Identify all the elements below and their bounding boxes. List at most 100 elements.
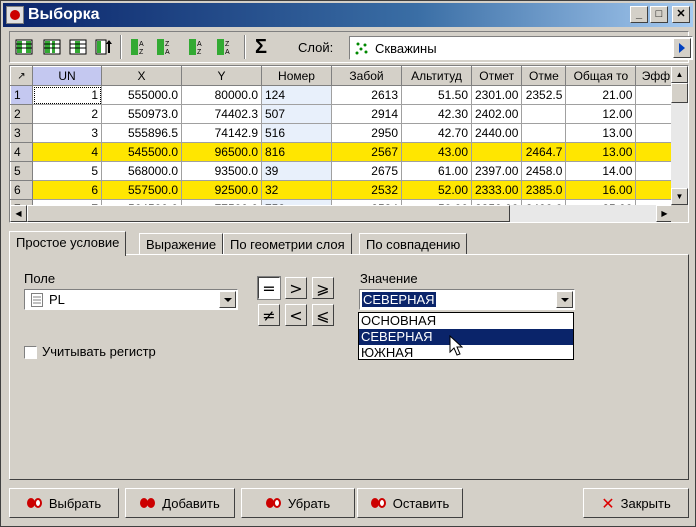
row-number[interactable]: 3 [10, 123, 33, 143]
column-header[interactable]: Забой [331, 66, 402, 86]
minimize-button[interactable]: _ [630, 6, 648, 23]
table-cell[interactable]: 3 [32, 123, 102, 143]
table-cell[interactable]: 124 [261, 85, 332, 105]
data-grid[interactable]: ↗ UN X Y Номер Забой Альтитуд Отмет Отме… [9, 65, 689, 223]
table-cell[interactable]: 74402.3 [181, 104, 262, 124]
row-number[interactable]: 5 [10, 161, 33, 181]
list-item[interactable]: СЕВЕРНАЯ [359, 329, 573, 345]
scroll-left-icon[interactable]: ◀ [10, 205, 27, 222]
table-row[interactable]: 5 5 568000.0 93500.0 39 2675 61.00 2397.00 2458.… [10, 161, 677, 181]
table-cell[interactable]: 2 [32, 104, 102, 124]
table-cell[interactable]: 32 [261, 180, 332, 200]
table-cell[interactable] [635, 142, 677, 162]
op-less-button[interactable]: < [285, 304, 307, 326]
horizontal-scrollbar[interactable]: ◀ ▶ [10, 205, 673, 222]
op-not-equal-button[interactable]: ≠ [258, 304, 280, 326]
table-cell[interactable]: 5 [32, 161, 102, 181]
layer-arrow-icon[interactable] [673, 38, 691, 58]
table-cell[interactable]: 16.00 [565, 180, 637, 200]
row-number[interactable]: 4 [10, 142, 33, 162]
sort-za-alt-icon[interactable]: ZA [214, 36, 236, 58]
scroll-down-icon[interactable]: ▼ [671, 188, 688, 205]
table-cell[interactable]: 13.00 [565, 123, 637, 143]
table-cell[interactable]: 555000.0 [101, 85, 182, 105]
case-sensitive-checkbox[interactable] [24, 346, 37, 359]
field-dropdown-icon[interactable] [219, 291, 236, 308]
table-cell[interactable]: 2950 [331, 123, 402, 143]
table-cell[interactable]: 2440.00 [471, 123, 523, 143]
table-cell[interactable]: 51.50 [401, 85, 472, 105]
table-cell[interactable]: 93500.0 [181, 161, 262, 181]
list-item[interactable]: ОСНОВНАЯ [359, 313, 573, 329]
list-item[interactable]: ЮЖНАЯ [359, 345, 573, 361]
table-cell[interactable] [521, 123, 567, 143]
table-row[interactable]: 3 3 555896.5 74142.9 516 2950 42.70 2440.00 13.0… [10, 123, 677, 143]
grid-corner[interactable]: ↗ [10, 66, 33, 86]
select-button[interactable]: Выбрать [9, 488, 119, 518]
op-greater-button[interactable]: > [285, 277, 307, 299]
sort-az-icon[interactable]: AZ [128, 36, 150, 58]
table-cell[interactable]: 2402.00 [471, 104, 523, 124]
row-number[interactable]: 1 [10, 85, 33, 105]
table-cell[interactable]: 92500.0 [181, 180, 262, 200]
table-cell[interactable]: 816 [261, 142, 332, 162]
table-cell[interactable]: 2613 [331, 85, 402, 105]
table-cell[interactable]: 2464.7 [521, 142, 567, 162]
table-cell[interactable]: 2385.0 [521, 180, 567, 200]
tab-match[interactable]: По совпадению [359, 233, 468, 255]
vertical-scroll-thumb[interactable] [671, 83, 688, 103]
sort-up-icon[interactable] [93, 36, 115, 58]
table-cell[interactable]: 43.00 [401, 142, 472, 162]
table-cell[interactable]: 14.00 [565, 161, 637, 181]
column-header[interactable]: Общая то [565, 66, 637, 86]
table-cell[interactable]: 557500.0 [101, 180, 182, 200]
table-cell[interactable]: 42.30 [401, 104, 472, 124]
field-select[interactable]: PL [24, 289, 238, 310]
table-cell[interactable]: 2675 [331, 161, 402, 181]
tab-expression[interactable]: Выражение [139, 233, 224, 255]
table-cell[interactable] [635, 161, 677, 181]
column-header[interactable]: X [101, 66, 182, 86]
table-cell[interactable]: 555896.5 [101, 123, 182, 143]
table-cell[interactable] [521, 104, 567, 124]
vertical-scrollbar[interactable]: ▲ ▼ [671, 66, 688, 205]
table-cell[interactable]: 568000.0 [101, 161, 182, 181]
table-cell[interactable]: 96500.0 [181, 142, 262, 162]
sort-az-alt-icon[interactable]: AZ [186, 36, 208, 58]
table-cell[interactable]: 6 [32, 180, 102, 200]
table-cell[interactable] [635, 180, 677, 200]
table-cell[interactable]: 2352.5 [521, 85, 567, 105]
close-window-button[interactable]: ✕ [672, 6, 690, 23]
maximize-button[interactable]: □ [650, 6, 668, 23]
table-cell[interactable]: 2567 [331, 142, 402, 162]
table-cell[interactable]: 74142.9 [181, 123, 262, 143]
table-cell[interactable]: 1 [32, 85, 102, 105]
table-row[interactable]: 2 2 550973.0 74402.3 507 2914 42.30 2402.00 12.0… [10, 104, 677, 124]
op-less-equal-button[interactable]: ⩽ [312, 304, 334, 326]
table-row[interactable]: 1 1 555000.0 80000.0 124 2613 51.50 2301.00 2352… [10, 85, 677, 105]
op-greater-equal-button[interactable]: ⩾ [312, 277, 334, 299]
table-cell[interactable]: 2397.00 [471, 161, 523, 181]
table-cell[interactable]: 507 [261, 104, 332, 124]
value-dropdown-list[interactable]: ОСНОВНАЯ СЕВЕРНАЯ ЮЖНАЯ [358, 312, 574, 360]
add-button[interactable]: Добавить [125, 488, 235, 518]
table-cell[interactable]: 2914 [331, 104, 402, 124]
table-cell[interactable]: 4 [32, 142, 102, 162]
table-cell[interactable]: 2301.00 [471, 85, 523, 105]
table-row[interactable]: 6 6 557500.0 92500.0 32 2532 52.00 2333.00 2385.… [10, 180, 677, 200]
keep-button[interactable]: Оставить [357, 488, 463, 518]
op-equal-button[interactable]: = [257, 276, 281, 300]
value-dropdown-icon[interactable] [556, 291, 573, 308]
tab-layer-geometry[interactable]: По геометрии слоя [223, 233, 352, 255]
column-header[interactable]: Y [181, 66, 262, 86]
remove-button[interactable]: Убрать [241, 488, 355, 518]
select-columns-icon[interactable] [13, 36, 35, 58]
column-header[interactable]: Эфф [635, 66, 677, 86]
table-cell[interactable]: 52.00 [401, 180, 472, 200]
table-cell[interactable]: 13.00 [565, 142, 637, 162]
select-rows-icon[interactable] [41, 36, 63, 58]
table-cell[interactable] [635, 104, 677, 124]
table-cell[interactable]: 12.00 [565, 104, 637, 124]
table-cell[interactable]: 516 [261, 123, 332, 143]
sum-icon[interactable]: Σ [250, 36, 272, 58]
